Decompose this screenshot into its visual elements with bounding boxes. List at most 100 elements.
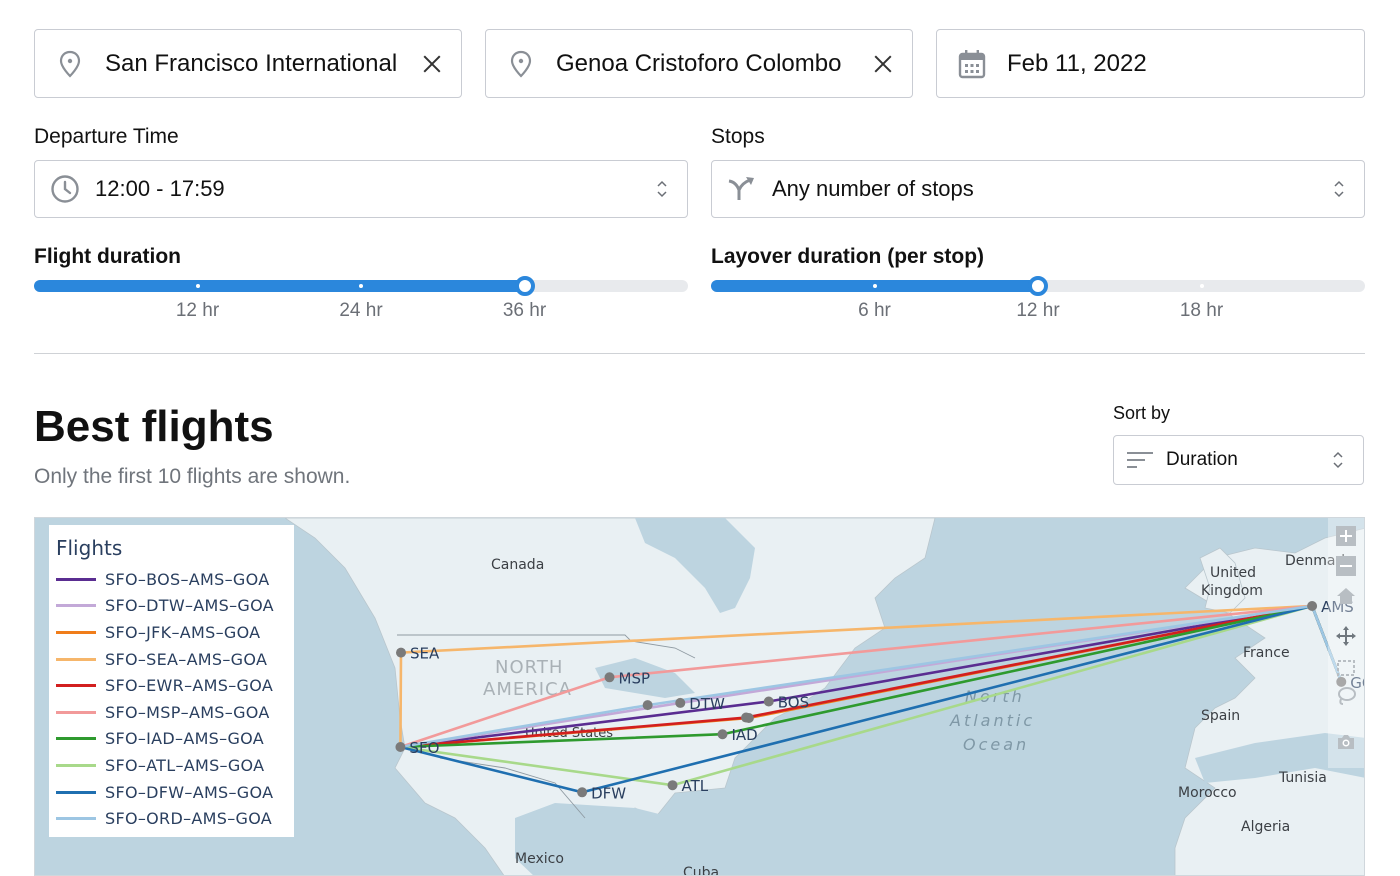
map-legend: Flights SFO–BOS–AMS–GOA SFO–DTW–AMS–GOA SF… bbox=[49, 525, 294, 837]
legend-label: SFO–BOS–AMS–GOA bbox=[105, 569, 270, 589]
destination-value[interactable]: Genoa Cristoforo Colombo bbox=[556, 50, 852, 78]
map-pin-icon bbox=[486, 50, 556, 78]
flight-duration-label: Flight duration bbox=[34, 245, 181, 268]
legend-label: SFO–SEA–AMS–GOA bbox=[105, 649, 268, 669]
legend-label: SFO–IAD–AMS–GOA bbox=[105, 729, 264, 749]
slider-tick bbox=[195, 284, 200, 288]
legend-swatch bbox=[56, 604, 96, 608]
place-label-country: Spain bbox=[1201, 708, 1240, 724]
airport-marker[interactable] bbox=[741, 712, 752, 723]
airport-marker[interactable] bbox=[1307, 600, 1318, 611]
flight-duration-slider[interactable] bbox=[34, 276, 688, 296]
sort-label: Sort by bbox=[1113, 403, 1171, 423]
chevron-up-down-icon bbox=[1333, 451, 1343, 469]
chevron-up-down-icon bbox=[1334, 180, 1344, 198]
airport-marker[interactable] bbox=[396, 647, 406, 658]
sort-icon bbox=[1114, 451, 1166, 469]
slider-tick bbox=[359, 284, 363, 288]
legend-swatch bbox=[56, 737, 96, 741]
slider-tick-label: 12 hr bbox=[1016, 300, 1060, 321]
place-label-country: France bbox=[1243, 645, 1290, 661]
close-icon[interactable] bbox=[421, 53, 443, 75]
bay-of-biscay bbox=[1175, 658, 1225, 703]
airport-marker[interactable] bbox=[577, 787, 588, 798]
legend-item[interactable]: SFO–EWR–AMS–GOA bbox=[56, 672, 287, 699]
slider-tick bbox=[872, 284, 877, 288]
sort-select[interactable]: Duration bbox=[1113, 435, 1364, 485]
legend-swatch bbox=[56, 817, 96, 821]
place-label-country: Algeria bbox=[1241, 819, 1290, 835]
slider-tick-label: 24 hr bbox=[339, 300, 383, 321]
place-label-country: Canada bbox=[491, 557, 544, 573]
airport-label: SFO bbox=[409, 739, 439, 757]
legend-item[interactable]: SFO–ORD–AMS–GOA bbox=[56, 805, 287, 832]
slider-tick-label: 6 hr bbox=[858, 300, 891, 321]
legend-item[interactable]: SFO–IAD–AMS–GOA bbox=[56, 726, 287, 753]
date-value[interactable]: Feb 11, 2022 bbox=[1007, 50, 1147, 78]
origin-field[interactable]: San Francisco International bbox=[34, 29, 462, 98]
results-subtitle: Only the first 10 flights are shown. bbox=[34, 465, 351, 488]
airport-marker[interactable] bbox=[675, 697, 686, 708]
place-label-country: Morocco bbox=[1178, 785, 1237, 801]
airport-marker[interactable] bbox=[717, 729, 728, 740]
legend-label: SFO–ORD–AMS–GOA bbox=[105, 809, 273, 829]
origin-value[interactable]: San Francisco International bbox=[105, 50, 401, 78]
legend-swatch bbox=[56, 710, 96, 714]
close-icon[interactable] bbox=[872, 53, 894, 75]
airport-marker[interactable] bbox=[604, 672, 615, 683]
place-label-country: Kingdom bbox=[1201, 583, 1263, 599]
legend-swatch bbox=[56, 684, 96, 688]
place-label-continent: AMERICA bbox=[483, 679, 572, 700]
map-pin-icon bbox=[35, 50, 105, 78]
home-icon[interactable] bbox=[1336, 586, 1356, 606]
legend-label: SFO–JFK–AMS–GOA bbox=[105, 622, 261, 642]
box-select-icon[interactable] bbox=[1336, 658, 1356, 678]
stops-value: Any number of stops bbox=[772, 176, 974, 201]
slider-tick-label: 12 hr bbox=[175, 300, 220, 321]
departure-time-select[interactable]: 12:00 - 17:59 bbox=[34, 160, 688, 218]
slider-thumb[interactable] bbox=[514, 276, 535, 296]
camera-icon[interactable] bbox=[1336, 732, 1356, 752]
legend-swatch bbox=[56, 657, 96, 661]
airport-label: IAD bbox=[732, 726, 758, 744]
slider-thumb[interactable] bbox=[1028, 276, 1048, 296]
pan-icon[interactable] bbox=[1336, 626, 1356, 646]
legend-label: SFO–ATL–AMS–GOA bbox=[105, 755, 265, 775]
results-title: Best flights bbox=[34, 402, 274, 451]
legend-item[interactable]: SFO–BOS–AMS–GOA bbox=[56, 566, 287, 593]
chevron-up-down-icon bbox=[657, 180, 667, 198]
zoom-in-icon[interactable] bbox=[1336, 526, 1356, 546]
airport-label: ATL bbox=[682, 777, 709, 795]
airport-label: SEA bbox=[410, 645, 440, 663]
date-field[interactable]: Feb 11, 2022 bbox=[936, 29, 1365, 98]
legend-label: SFO–MSP–AMS–GOA bbox=[105, 702, 270, 722]
airport-marker[interactable] bbox=[667, 780, 678, 791]
airport-marker[interactable] bbox=[642, 700, 653, 711]
place-label-country: United bbox=[1210, 565, 1256, 581]
layover-duration-label: Layover duration (per stop) bbox=[711, 245, 985, 268]
legend-item[interactable]: SFO–SEA–AMS–GOA bbox=[56, 646, 287, 673]
legend-item[interactable]: SFO–DTW–AMS–GOA bbox=[56, 593, 287, 620]
legend-item[interactable]: SFO–MSP–AMS–GOA bbox=[56, 699, 287, 726]
section-divider bbox=[34, 353, 1365, 354]
map-modebar bbox=[1328, 518, 1364, 768]
stops-select[interactable]: Any number of stops bbox=[711, 160, 1365, 218]
legend-title: Flights bbox=[56, 536, 123, 560]
airport-marker[interactable] bbox=[763, 696, 774, 707]
destination-field[interactable]: Genoa Cristoforo Colombo bbox=[485, 29, 913, 98]
place-label-ocean: Atlantic bbox=[949, 711, 1035, 730]
lasso-icon[interactable] bbox=[1336, 686, 1356, 706]
legend-item[interactable]: SFO–ATL–AMS–GOA bbox=[56, 752, 287, 779]
calendar-icon bbox=[937, 49, 1007, 79]
airport-label: BOS bbox=[778, 693, 809, 711]
legend-label: SFO–EWR–AMS–GOA bbox=[105, 676, 274, 696]
place-label-country: Mexico bbox=[515, 851, 564, 867]
legend-item[interactable]: SFO–JFK–AMS–GOA bbox=[56, 619, 287, 646]
departure-time-value: 12:00 - 17:59 bbox=[95, 176, 225, 201]
airport-label: MSP bbox=[619, 669, 651, 687]
flight-map[interactable]: Canada NORTH AMERICA United States Mexico Cub… bbox=[34, 517, 1365, 876]
airport-marker[interactable] bbox=[395, 742, 406, 752]
layover-duration-slider[interactable] bbox=[711, 276, 1365, 296]
legend-item[interactable]: SFO–DFW–AMS–GOA bbox=[56, 779, 287, 806]
zoom-out-icon[interactable] bbox=[1336, 556, 1356, 576]
